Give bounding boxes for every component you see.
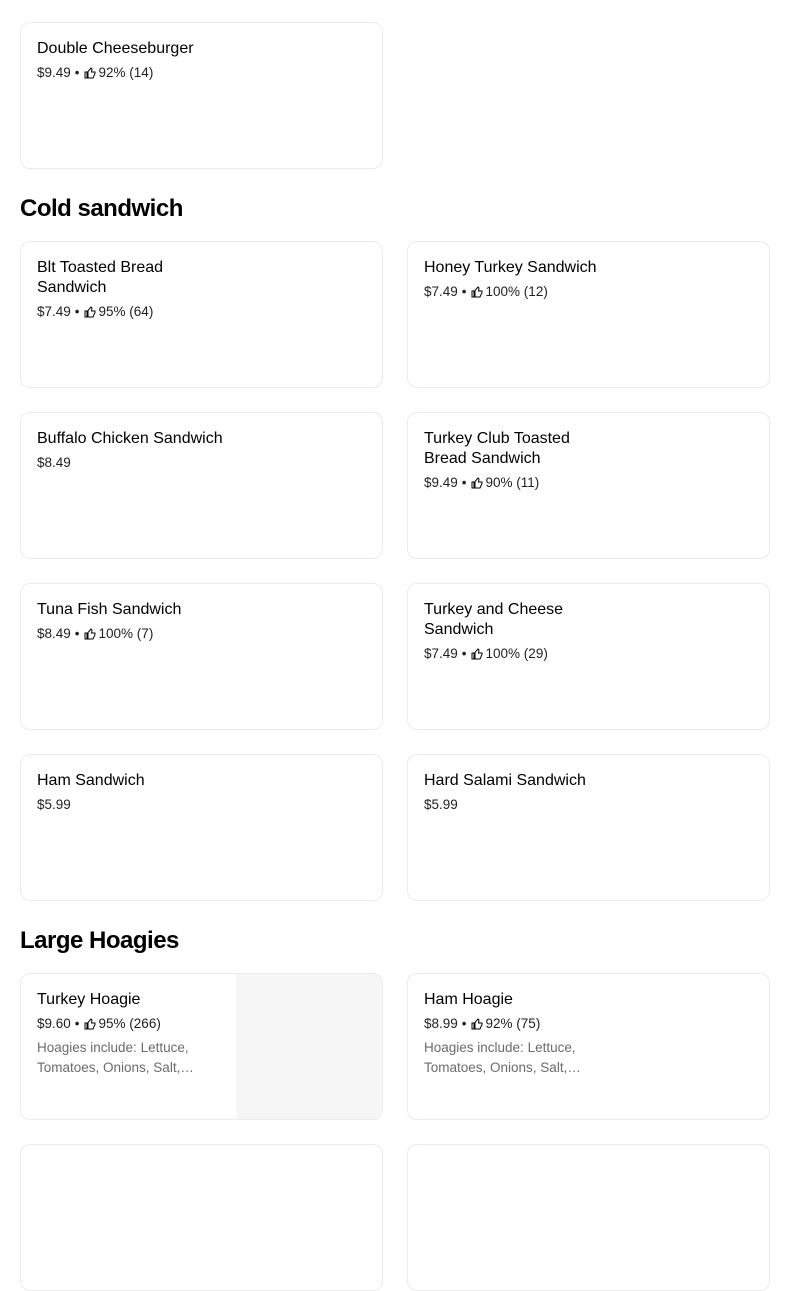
menu-item-meta: $5.99: [37, 796, 227, 814]
menu-item-card[interactable]: Buffalo Chicken Sandwich $8.49: [20, 412, 383, 559]
menu-item-card[interactable]: Hard Salami Sandwich $5.99: [407, 754, 770, 901]
menu-item-meta: $9.60 • 95% (266): [37, 1016, 161, 1031]
menu-item-name: Double Cheeseburger: [37, 40, 194, 57]
menu-item-card[interactable]: [407, 1144, 770, 1291]
menu-item-meta: $8.49 • 100% (7): [37, 626, 154, 641]
menu-item-rating: 95% (266): [98, 1016, 161, 1031]
menu-item-card[interactable]: [20, 1144, 383, 1291]
menu-item-price: $8.49: [37, 626, 71, 641]
menu-item-price: $9.49: [424, 475, 458, 490]
menu-item-price: $5.99: [424, 797, 458, 812]
menu-item-card[interactable]: Turkey and Cheese Sandwich $7.49 • 100% (…: [407, 583, 770, 730]
section-title-cold-sandwich: Cold sandwich: [20, 195, 183, 222]
menu-item-price: $7.49: [424, 646, 458, 661]
thumbs-up-icon: [84, 67, 96, 79]
menu-item-price: $9.60: [37, 1016, 71, 1031]
menu-item-price: $7.49: [424, 284, 458, 299]
menu-item-card[interactable]: Honey Turkey Sandwich $7.49 • 100% (12): [407, 241, 770, 388]
menu-item-name: Blt Toasted Bread Sandwich: [37, 259, 164, 296]
thumbs-up-icon: [471, 1018, 483, 1030]
menu-item-price: $7.49: [37, 304, 71, 319]
menu-item-name: Tuna Fish Sandwich: [37, 601, 182, 618]
menu-item-rating: 92% (14): [98, 65, 154, 80]
menu-item-name: Ham Sandwich: [37, 772, 145, 789]
menu-item-card[interactable]: Blt Toasted Bread Sandwich $7.49 • 95% (6…: [20, 241, 383, 388]
menu-item-card[interactable]: Double Cheeseburger $9.49 • 92% (14): [20, 22, 383, 169]
menu-item-card[interactable]: Turkey Club Toasted Bread Sandwich $9.49…: [407, 412, 770, 559]
menu-item-meta: $7.49 • 100% (12): [424, 284, 548, 299]
menu-item-card[interactable]: Turkey Hoagie $9.60 • 95% (266) Hoagies i…: [20, 973, 383, 1120]
thumbs-up-icon: [84, 1018, 96, 1030]
menu-item-name: Turkey Club Toasted Bread Sandwich: [424, 430, 570, 467]
menu-item-meta: $7.49 • 95% (64): [37, 304, 154, 319]
menu-item-description: Hoagies include: Lettuce, Tomatoes, Onio…: [424, 1040, 581, 1075]
menu-item-meta: $7.49 • 100% (29): [424, 646, 548, 661]
menu-item-name: Ham Hoagie: [424, 991, 513, 1008]
menu-item-rating: 95% (64): [98, 304, 154, 319]
thumbs-up-icon: [84, 306, 96, 318]
thumbs-up-icon: [471, 648, 483, 660]
menu-item-name: Turkey and Cheese Sandwich: [424, 601, 564, 638]
menu-item-meta: $9.49 • 92% (14): [37, 65, 154, 80]
menu-item-description: Hoagies include: Lettuce, Tomatoes, Onio…: [37, 1040, 194, 1075]
thumbs-up-icon: [471, 477, 483, 489]
menu-item-card[interactable]: Ham Hoagie $8.99 • 92% (75) Hoagies inclu…: [407, 973, 770, 1120]
menu-item-card[interactable]: Ham Sandwich $5.99: [20, 754, 383, 901]
menu-item-name: Buffalo Chicken Sandwich: [37, 430, 223, 447]
menu-item-name: Turkey Hoagie: [37, 991, 141, 1008]
menu-item-price: $8.49: [37, 455, 71, 470]
menu-item-rating: 100% (12): [485, 284, 548, 299]
menu-item-rating: 92% (75): [485, 1016, 541, 1031]
menu-item-price: $9.49: [37, 65, 71, 80]
menu-item-image: [236, 974, 382, 1119]
menu-item-meta: $5.99: [424, 796, 614, 814]
thumbs-up-icon: [471, 286, 483, 298]
menu-item-meta: $8.99 • 92% (75): [424, 1016, 541, 1031]
menu-item-name: Honey Turkey Sandwich: [424, 259, 597, 276]
thumbs-up-icon: [84, 628, 96, 640]
menu-item-meta: $8.49: [37, 454, 227, 472]
menu-item-name: Hard Salami Sandwich: [424, 772, 586, 789]
menu-item-card[interactable]: Tuna Fish Sandwich $8.49 • 100% (7): [20, 583, 383, 730]
menu-item-price: $8.99: [424, 1016, 458, 1031]
menu-item-rating: 100% (29): [485, 646, 548, 661]
menu-item-rating: 90% (11): [485, 475, 540, 490]
section-title-large-hoagies: Large Hoagies: [20, 927, 179, 954]
menu-item-rating: 100% (7): [98, 626, 154, 641]
menu-item-price: $5.99: [37, 797, 71, 812]
menu-item-meta: $9.49 • 90% (11): [424, 475, 540, 490]
